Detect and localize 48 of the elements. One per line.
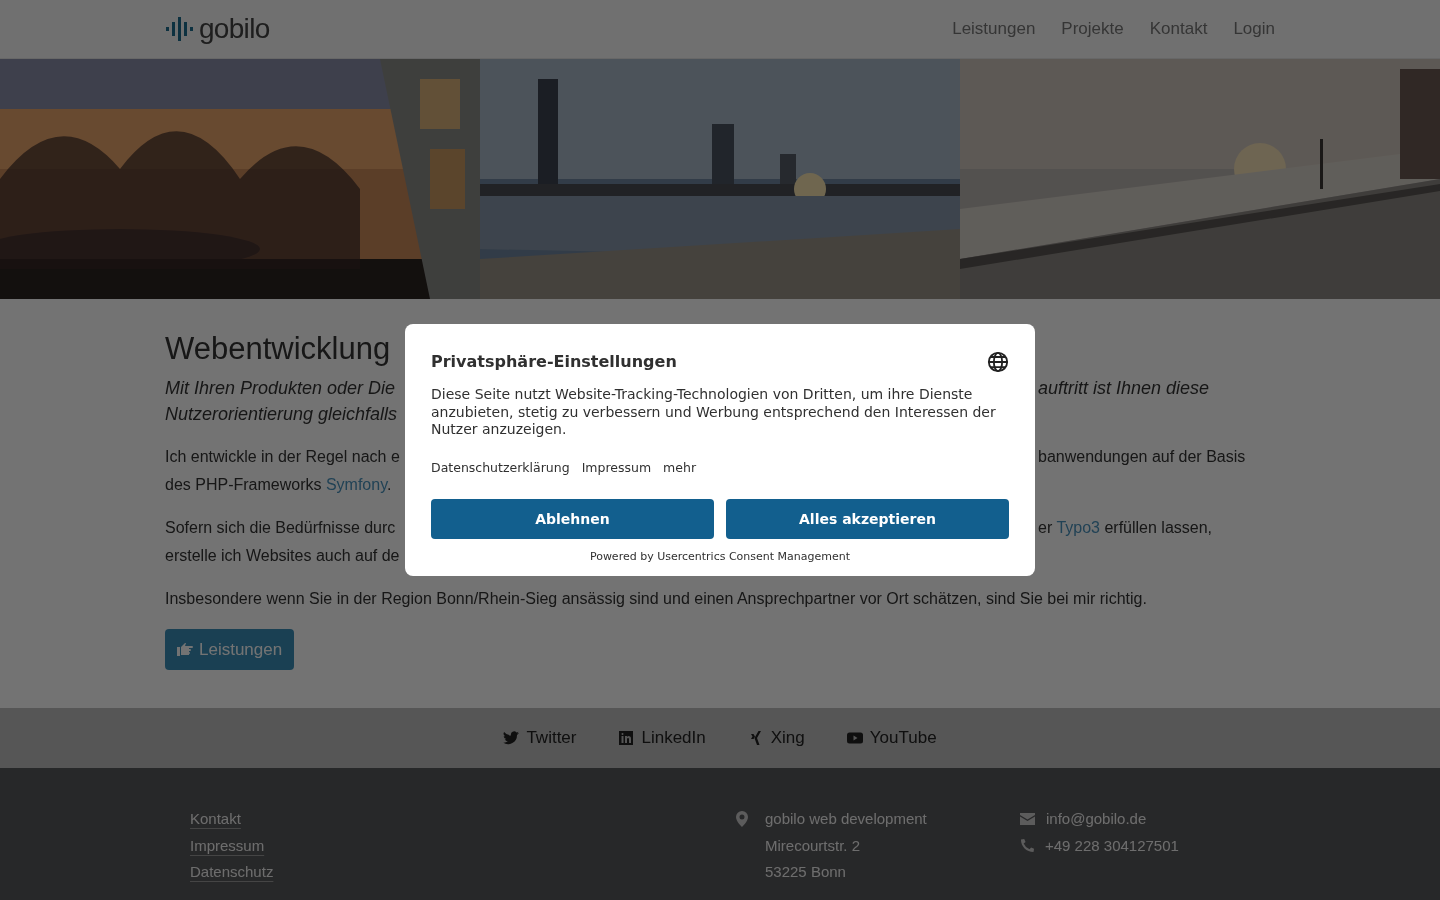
- social-link[interactable]: Xing: [747, 725, 805, 751]
- social-link[interactable]: Twitter: [503, 725, 577, 751]
- footer-link[interactable]: Kontakt: [190, 810, 241, 827]
- nav-link[interactable]: Projekte: [1061, 16, 1124, 42]
- paragraph-text: Ich entwickle in der Regel nach e: [165, 448, 400, 465]
- paragraph-text: des PHP-Frameworks Symfony.: [165, 476, 392, 493]
- pointing-hand-icon: [177, 643, 193, 656]
- paragraph-text: Insbesondere wenn Sie in der Region Bonn/Rhein-Sieg ansässig sind und einen Ansprechpartner vor Ort schätzen, sind Sie bei mir richtig.: [165, 590, 1147, 607]
- consent-button[interactable]: Alles akzeptieren: [726, 499, 1009, 540]
- footer-link[interactable]: Impressum: [190, 836, 265, 854]
- text-link[interactable]: Symfony: [325, 476, 387, 493]
- email-link[interactable]: info@gobilo.de: [1046, 808, 1147, 831]
- linkedin-icon: [618, 730, 635, 746]
- phone-number: +49 228 304127501: [1045, 835, 1179, 856]
- intro-text: Mit Ihren Produkten oder Die: [165, 378, 396, 398]
- dialog-link[interactable]: Datenschutzerklärung: [431, 458, 570, 478]
- logo-icon: [165, 14, 195, 44]
- address-line: Mirecourtstr. 2: [765, 835, 862, 856]
- intro-text: auftritt ist Ihnen diese: [1038, 377, 1210, 400]
- paragraph-text: er Typo3 erfüllen lassen,: [1038, 518, 1213, 538]
- dialog-text: Diese Seite nutzt Website-Tracking-Technologien von Dritten, um ihre Dienste anzubieten, stetig zu verbessern und Werbung entsprechend den Interessen der Nutzer anzuzeigen.: [431, 386, 997, 439]
- powered-by-text: Powered by Usercentrics Consent Management: [588, 549, 852, 566]
- footer-link[interactable]: Datenschutz: [190, 863, 274, 880]
- twitter-bird-icon: [503, 730, 520, 746]
- paragraph-text: Sofern sich die Bedürfnisse durc: [165, 519, 396, 536]
- globe-icon[interactable]: [987, 351, 1009, 373]
- page-heading: Webentwicklung: [165, 330, 391, 368]
- nav-link[interactable]: Kontakt: [1149, 16, 1208, 42]
- address-line: 53225 Bonn: [765, 862, 847, 882]
- dialog-title: Privatsphäre-Einstellungen: [431, 351, 677, 373]
- phone-icon: [1020, 838, 1035, 854]
- logo-text[interactable]: gobilo: [199, 15, 270, 43]
- consent-button[interactable]: Ablehnen: [431, 499, 714, 540]
- dialog-link[interactable]: mehr: [663, 458, 697, 478]
- social-link[interactable]: LinkedIn: [618, 725, 706, 751]
- envelope-icon: [1020, 813, 1035, 826]
- youtube-icon: [846, 730, 863, 746]
- paragraph-text: banwendungen auf der Basis: [1038, 447, 1246, 467]
- location-pin-icon: [735, 811, 749, 827]
- nav-link[interactable]: Leistungen: [952, 16, 1036, 42]
- nav-link[interactable]: Login: [1233, 16, 1275, 42]
- address-line: gobilo web development: [765, 809, 927, 829]
- paragraph-text: erstelle ich Websites auch auf de: [165, 547, 400, 564]
- text-link[interactable]: Typo3: [1056, 519, 1100, 536]
- services-button[interactable]: Leistungen: [165, 629, 295, 670]
- dialog-link[interactable]: Impressum: [581, 458, 652, 478]
- social-link[interactable]: YouTube: [846, 725, 937, 751]
- intro-text: Nutzerorientierung gleichfalls: [165, 404, 398, 424]
